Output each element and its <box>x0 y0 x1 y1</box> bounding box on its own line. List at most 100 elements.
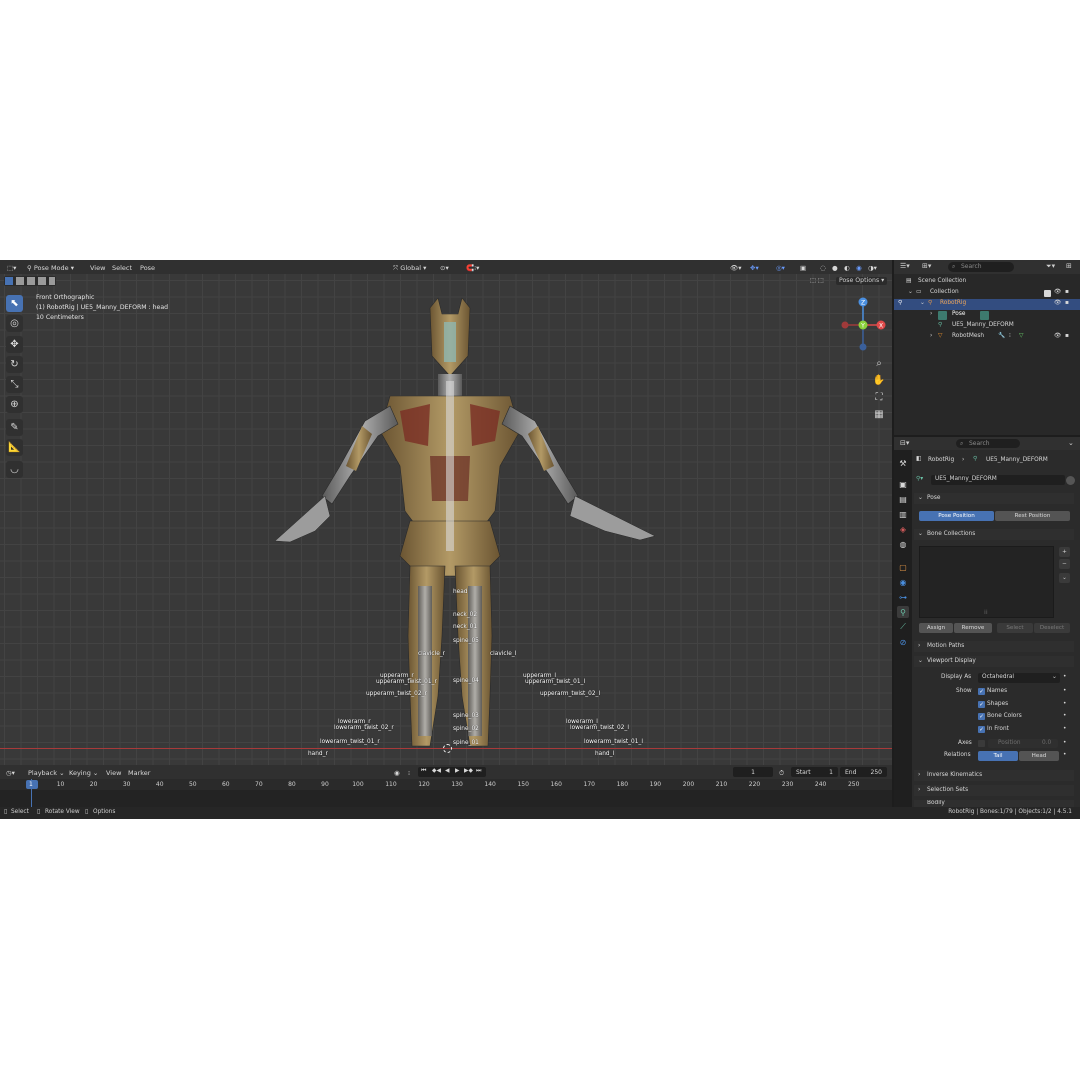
prev-keyframe-icon[interactable]: ◆◀ <box>432 768 441 775</box>
outliner-row-deform[interactable]: ⚲ UE5_Manny_DEFORM <box>894 321 1080 332</box>
bone-label[interactable]: lowerarm_twist_01_r <box>320 739 380 746</box>
bone-constraints-tab-icon[interactable]: ⊘ <box>897 636 909 648</box>
menu-pose[interactable]: Pose <box>140 264 155 272</box>
pin-icon[interactable]: ◧ <box>916 456 921 463</box>
eye-icon[interactable]: 👁 <box>1054 289 1061 296</box>
motion-paths-header[interactable]: › Motion Paths <box>914 641 1074 652</box>
outliner-row-collection[interactable]: ⌄ ▭ Collection 👁 ▪ <box>894 288 1080 299</box>
xray-icon[interactable]: ▣ <box>800 264 806 272</box>
animate-dot-icon[interactable]: • <box>1063 688 1066 695</box>
measure-tool-icon[interactable]: 📐 <box>6 439 23 456</box>
expand-arrow-icon[interactable]: › <box>930 311 932 318</box>
animate-dot-icon[interactable]: • <box>1063 726 1066 733</box>
bone-collections-header[interactable]: ⌄ Bone Collections <box>914 529 1074 540</box>
select-box-tool-icon[interactable]: ⬉ <box>6 295 23 312</box>
timeline-view-menu[interactable]: View <box>106 769 121 777</box>
rest-position-button[interactable]: Rest Position <box>995 511 1070 521</box>
camera-view-icon[interactable]: ⛶ <box>872 390 886 404</box>
bone-colors-checkbox[interactable]: ✓ <box>978 713 985 720</box>
world-tab-icon[interactable]: ◍ <box>897 538 909 550</box>
remove-collection-icon[interactable]: − <box>1059 559 1070 569</box>
display-as-dropdown[interactable]: Octahedral ⌄ <box>978 673 1060 683</box>
bone-label[interactable]: upperarm_twist_02_l <box>540 691 600 698</box>
snap-icon[interactable]: 🧲⁝▾ <box>466 264 479 272</box>
animate-dot-icon[interactable]: • <box>1063 713 1066 720</box>
camera-icon[interactable]: ▪ <box>1065 333 1069 340</box>
armature-name-field[interactable]: UE5_Manny_DEFORM <box>931 475 1065 485</box>
visibility-icon[interactable]: 👁▾ <box>730 264 742 272</box>
playback-menu[interactable]: Playback ⌄ <box>28 769 65 777</box>
bone-label[interactable]: spine_03 <box>453 713 479 720</box>
pose-panel-header[interactable]: ⌄ Pose <box>914 493 1074 504</box>
ortho-toggle-icon[interactable]: ▦ <box>872 407 886 421</box>
jump-start-icon[interactable]: ⏮ <box>421 768 426 775</box>
physics-tab-icon[interactable]: ◉ <box>897 576 909 588</box>
bone-collections-list[interactable]: ⁞⁞ <box>919 546 1054 618</box>
keyframe-icon[interactable]: ⁝ <box>408 769 410 777</box>
bone-label[interactable]: lowerarm_twist_02_l <box>570 725 629 732</box>
bone-label[interactable]: clavicle_r <box>418 651 445 658</box>
pose-options-dropdown[interactable]: Pose Options ▾ <box>836 277 888 286</box>
start-frame-field[interactable]: Start 1 <box>791 767 838 777</box>
bone-label[interactable]: lowerarm_twist_01_l <box>584 739 643 746</box>
bone-label[interactable]: head <box>453 589 467 596</box>
zoom-icon[interactable]: ⌕ <box>872 356 886 370</box>
bone-label[interactable]: spine_02 <box>453 726 479 733</box>
shapes-checkbox[interactable]: ✓ <box>978 701 985 708</box>
select-mode-buttons[interactable] <box>4 276 56 286</box>
outliner-editor-icon[interactable]: ☰▾ <box>900 263 910 270</box>
menu-select[interactable]: Select <box>112 264 132 272</box>
select-invert-icon[interactable] <box>38 277 46 285</box>
add-collection-icon[interactable]: + <box>1059 547 1070 557</box>
inverse-kinematics-header[interactable]: › Inverse Kinematics <box>914 770 1074 781</box>
bone-label[interactable]: clavicle_l <box>490 651 516 658</box>
axes-position-field[interactable]: Position 0.0 <box>988 739 1058 748</box>
outliner-search[interactable]: ⌕ Search <box>948 262 1014 272</box>
keying-menu[interactable]: Keying ⌄ <box>69 769 98 777</box>
properties-search[interactable]: ⌕ Search <box>956 439 1020 448</box>
names-checkbox[interactable]: ✓ <box>978 688 985 695</box>
shading-solid-icon[interactable]: ● <box>832 264 838 272</box>
annotate-tool-icon[interactable]: ✎ <box>6 419 23 436</box>
deselect-button[interactable]: Deselect <box>1034 623 1070 633</box>
shading-material-icon[interactable]: ◐ <box>844 264 850 272</box>
select-subtract-icon[interactable] <box>27 277 35 285</box>
shading-rendered-icon[interactable]: ◉ <box>856 264 862 272</box>
outliner-row-robotrig[interactable]: ⚲ ⌄ ⚲ RobotRig 👁 ▪ <box>894 299 1080 310</box>
navigation-gizmo[interactable]: Z Y X <box>836 294 892 356</box>
outliner-row-robotmesh[interactable]: › ▽ RobotMesh 🔧 ⁝ ▽ 👁 ▪ <box>894 332 1080 343</box>
display-mode-icon[interactable]: ⊞▾ <box>922 263 931 270</box>
axes-checkbox[interactable] <box>978 740 985 747</box>
transform-orientation[interactable]: ⤧ Global ▾ <box>393 264 426 273</box>
current-frame-field[interactable]: 1 <box>733 767 773 777</box>
bone-label[interactable]: upperarm_twist_01_l <box>525 679 585 686</box>
animate-dot-icon[interactable]: • <box>1063 740 1066 747</box>
collection-specials-icon[interactable]: ⌄ <box>1059 573 1070 583</box>
bone-label[interactable]: spine_01 <box>453 740 479 747</box>
select-button[interactable]: Select <box>997 623 1033 633</box>
remove-button[interactable]: Remove <box>954 623 992 633</box>
armature-datablock-icon[interactable]: ⚲▾ <box>916 476 923 483</box>
jump-end-icon[interactable]: ⏭ <box>476 768 481 775</box>
rotate-tool-icon[interactable]: ↻ <box>6 356 23 373</box>
filter-icon[interactable]: ⏷▾ <box>1046 263 1055 270</box>
camera-icon[interactable]: ▪ <box>1065 289 1069 296</box>
tool-tab-icon[interactable]: ⚒ <box>897 457 909 469</box>
expand-arrow-icon[interactable]: ⌄ <box>920 300 925 307</box>
outliner-row-pose[interactable]: › Pose <box>894 310 1080 321</box>
new-collection-icon[interactable]: ⊞ <box>1066 263 1072 270</box>
viewport-display-header[interactable]: ⌄ Viewport Display <box>914 656 1074 667</box>
marker-menu[interactable]: Marker <box>128 769 150 777</box>
bone-label[interactable]: hand_r <box>308 751 328 758</box>
local-view-icon[interactable]: ⬚ ⬚ <box>810 277 824 284</box>
bone-tab-icon[interactable]: ⟋ <box>897 621 909 633</box>
expand-arrow-icon[interactable]: ⌄ <box>908 289 913 296</box>
bone-label[interactable]: upperarm_twist_02_r <box>366 691 427 698</box>
preview-range-clock-icon[interactable]: ⏱ <box>779 769 784 778</box>
options-chevron-icon[interactable]: ⌄ <box>1068 440 1074 447</box>
view-layer-tab-icon[interactable]: ▥ <box>897 508 909 520</box>
mode-dropdown[interactable]: ⚲ Pose Mode ▾ <box>27 264 74 272</box>
select-intersect-icon[interactable] <box>49 277 55 285</box>
select-extend-icon[interactable] <box>16 277 24 285</box>
bone-label[interactable]: spine_04 <box>453 678 479 685</box>
